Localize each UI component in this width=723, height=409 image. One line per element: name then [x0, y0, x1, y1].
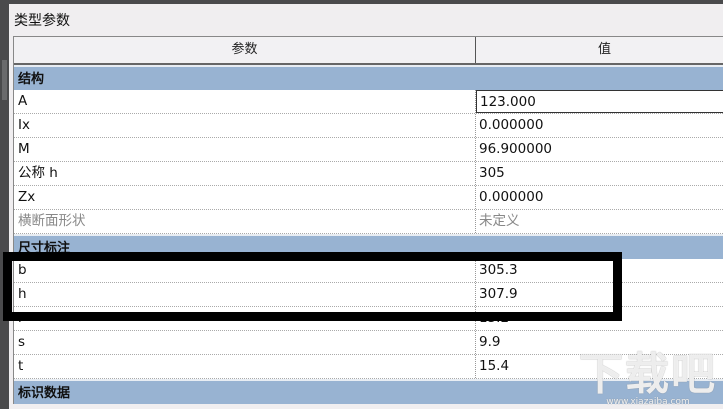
param-value[interactable]: 0.000000	[476, 186, 723, 209]
table-row[interactable]: 公称 h 305	[14, 162, 723, 186]
param-name: r	[14, 307, 476, 330]
param-name: A	[14, 90, 476, 113]
table-row[interactable]: h 307.9	[14, 283, 723, 307]
param-name: t	[14, 355, 476, 378]
window-frame-top	[0, 0, 723, 4]
table-row[interactable]: r 15.2	[14, 307, 723, 331]
group-structure[interactable]: 结构	[14, 65, 723, 90]
param-value[interactable]: 96.900000	[476, 138, 723, 161]
param-name: 公称 h	[14, 162, 476, 185]
table-row[interactable]: b 305.3	[14, 259, 723, 283]
table-header: 参数 值	[14, 37, 723, 65]
param-name: b	[14, 259, 476, 282]
param-value[interactable]: 0.000000	[476, 114, 723, 137]
frame-handle	[2, 60, 7, 100]
param-value-input[interactable]: 123.000	[476, 90, 723, 113]
watermark: 下载吧 www.xiazaiba.com	[579, 349, 717, 408]
param-name: Zx	[14, 186, 476, 209]
dialog-title: 类型参数	[14, 13, 70, 29]
column-header-value[interactable]: 值	[476, 37, 723, 63]
table-row[interactable]: Zx 0.000000	[14, 186, 723, 210]
table-row[interactable]: A 123.000	[14, 90, 723, 114]
table-row: 横断面形状 未定义	[14, 210, 723, 234]
table-row[interactable]: Ix 0.000000	[14, 114, 723, 138]
column-header-parameter[interactable]: 参数	[14, 37, 476, 63]
group-dimensions[interactable]: 尺寸标注	[14, 234, 723, 259]
param-value: 未定义	[479, 213, 520, 229]
watermark-logo: 下载吧	[579, 349, 717, 400]
param-name: s	[14, 331, 476, 354]
param-value[interactable]: 307.9	[476, 283, 723, 306]
param-name: 横断面形状	[14, 210, 476, 233]
window-frame-left	[0, 0, 9, 409]
param-name: M	[14, 138, 476, 161]
table-row[interactable]: M 96.900000	[14, 138, 723, 162]
param-value[interactable]: 15.2	[476, 307, 723, 330]
param-value[interactable]: 305.3	[476, 259, 723, 282]
param-name: h	[14, 283, 476, 306]
param-value[interactable]: 305	[476, 162, 723, 185]
param-name: Ix	[14, 114, 476, 137]
